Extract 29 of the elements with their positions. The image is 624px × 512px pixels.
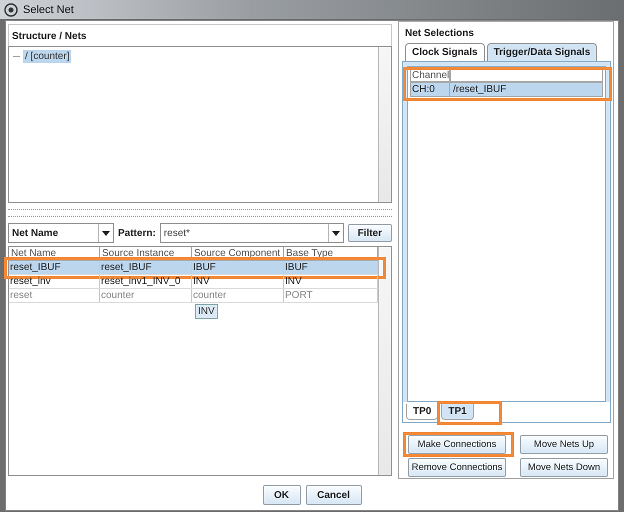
action-button[interactable]: Move Nets Up: [520, 435, 608, 454]
panel-heading: Net Selections: [404, 27, 475, 41]
scrollbar[interactable]: [378, 247, 391, 475]
table-row[interactable]: reset_IBUF reset_IBUF IBUF IBUF: [9, 261, 378, 275]
tree-line: [13, 56, 20, 57]
tab[interactable]: TP1: [441, 404, 474, 420]
tree-item[interactable]: / [counter]: [23, 50, 72, 63]
table-row[interactable]: reset_inv reset_inv1_INV_0 INV INV: [9, 275, 378, 289]
pattern-label: Pattern:: [118, 228, 156, 238]
net-name-dropdown[interactable]: Net Name: [8, 223, 114, 243]
table-row[interactable]: CH:0 /reset_IBUF: [410, 82, 603, 97]
dialog-button[interactable]: OK: [262, 485, 300, 505]
window-title: Select Net: [23, 4, 74, 16]
tooltip: INV: [195, 304, 218, 319]
action-button[interactable]: Move Nets Down: [520, 458, 608, 477]
tab[interactable]: TP0: [406, 404, 438, 420]
action-button[interactable]: Remove Connections: [408, 458, 506, 477]
action-button[interactable]: Make Connections: [408, 435, 506, 454]
tab[interactable]: Clock Signals: [405, 43, 485, 61]
dropdown-arrow-icon[interactable]: [332, 230, 340, 236]
pattern-field[interactable]: reset*: [160, 223, 344, 243]
dialog-button[interactable]: Cancel: [306, 485, 362, 505]
tab[interactable]: Trigger/Data Signals: [486, 43, 598, 61]
dropdown-arrow-icon[interactable]: [102, 230, 110, 236]
filter-button[interactable]: Filter: [348, 224, 392, 242]
scrollbar[interactable]: [378, 47, 391, 202]
panel-heading: Structure / Nets: [8, 24, 392, 46]
splitter[interactable]: [8, 209, 392, 217]
app-icon: [4, 2, 18, 16]
